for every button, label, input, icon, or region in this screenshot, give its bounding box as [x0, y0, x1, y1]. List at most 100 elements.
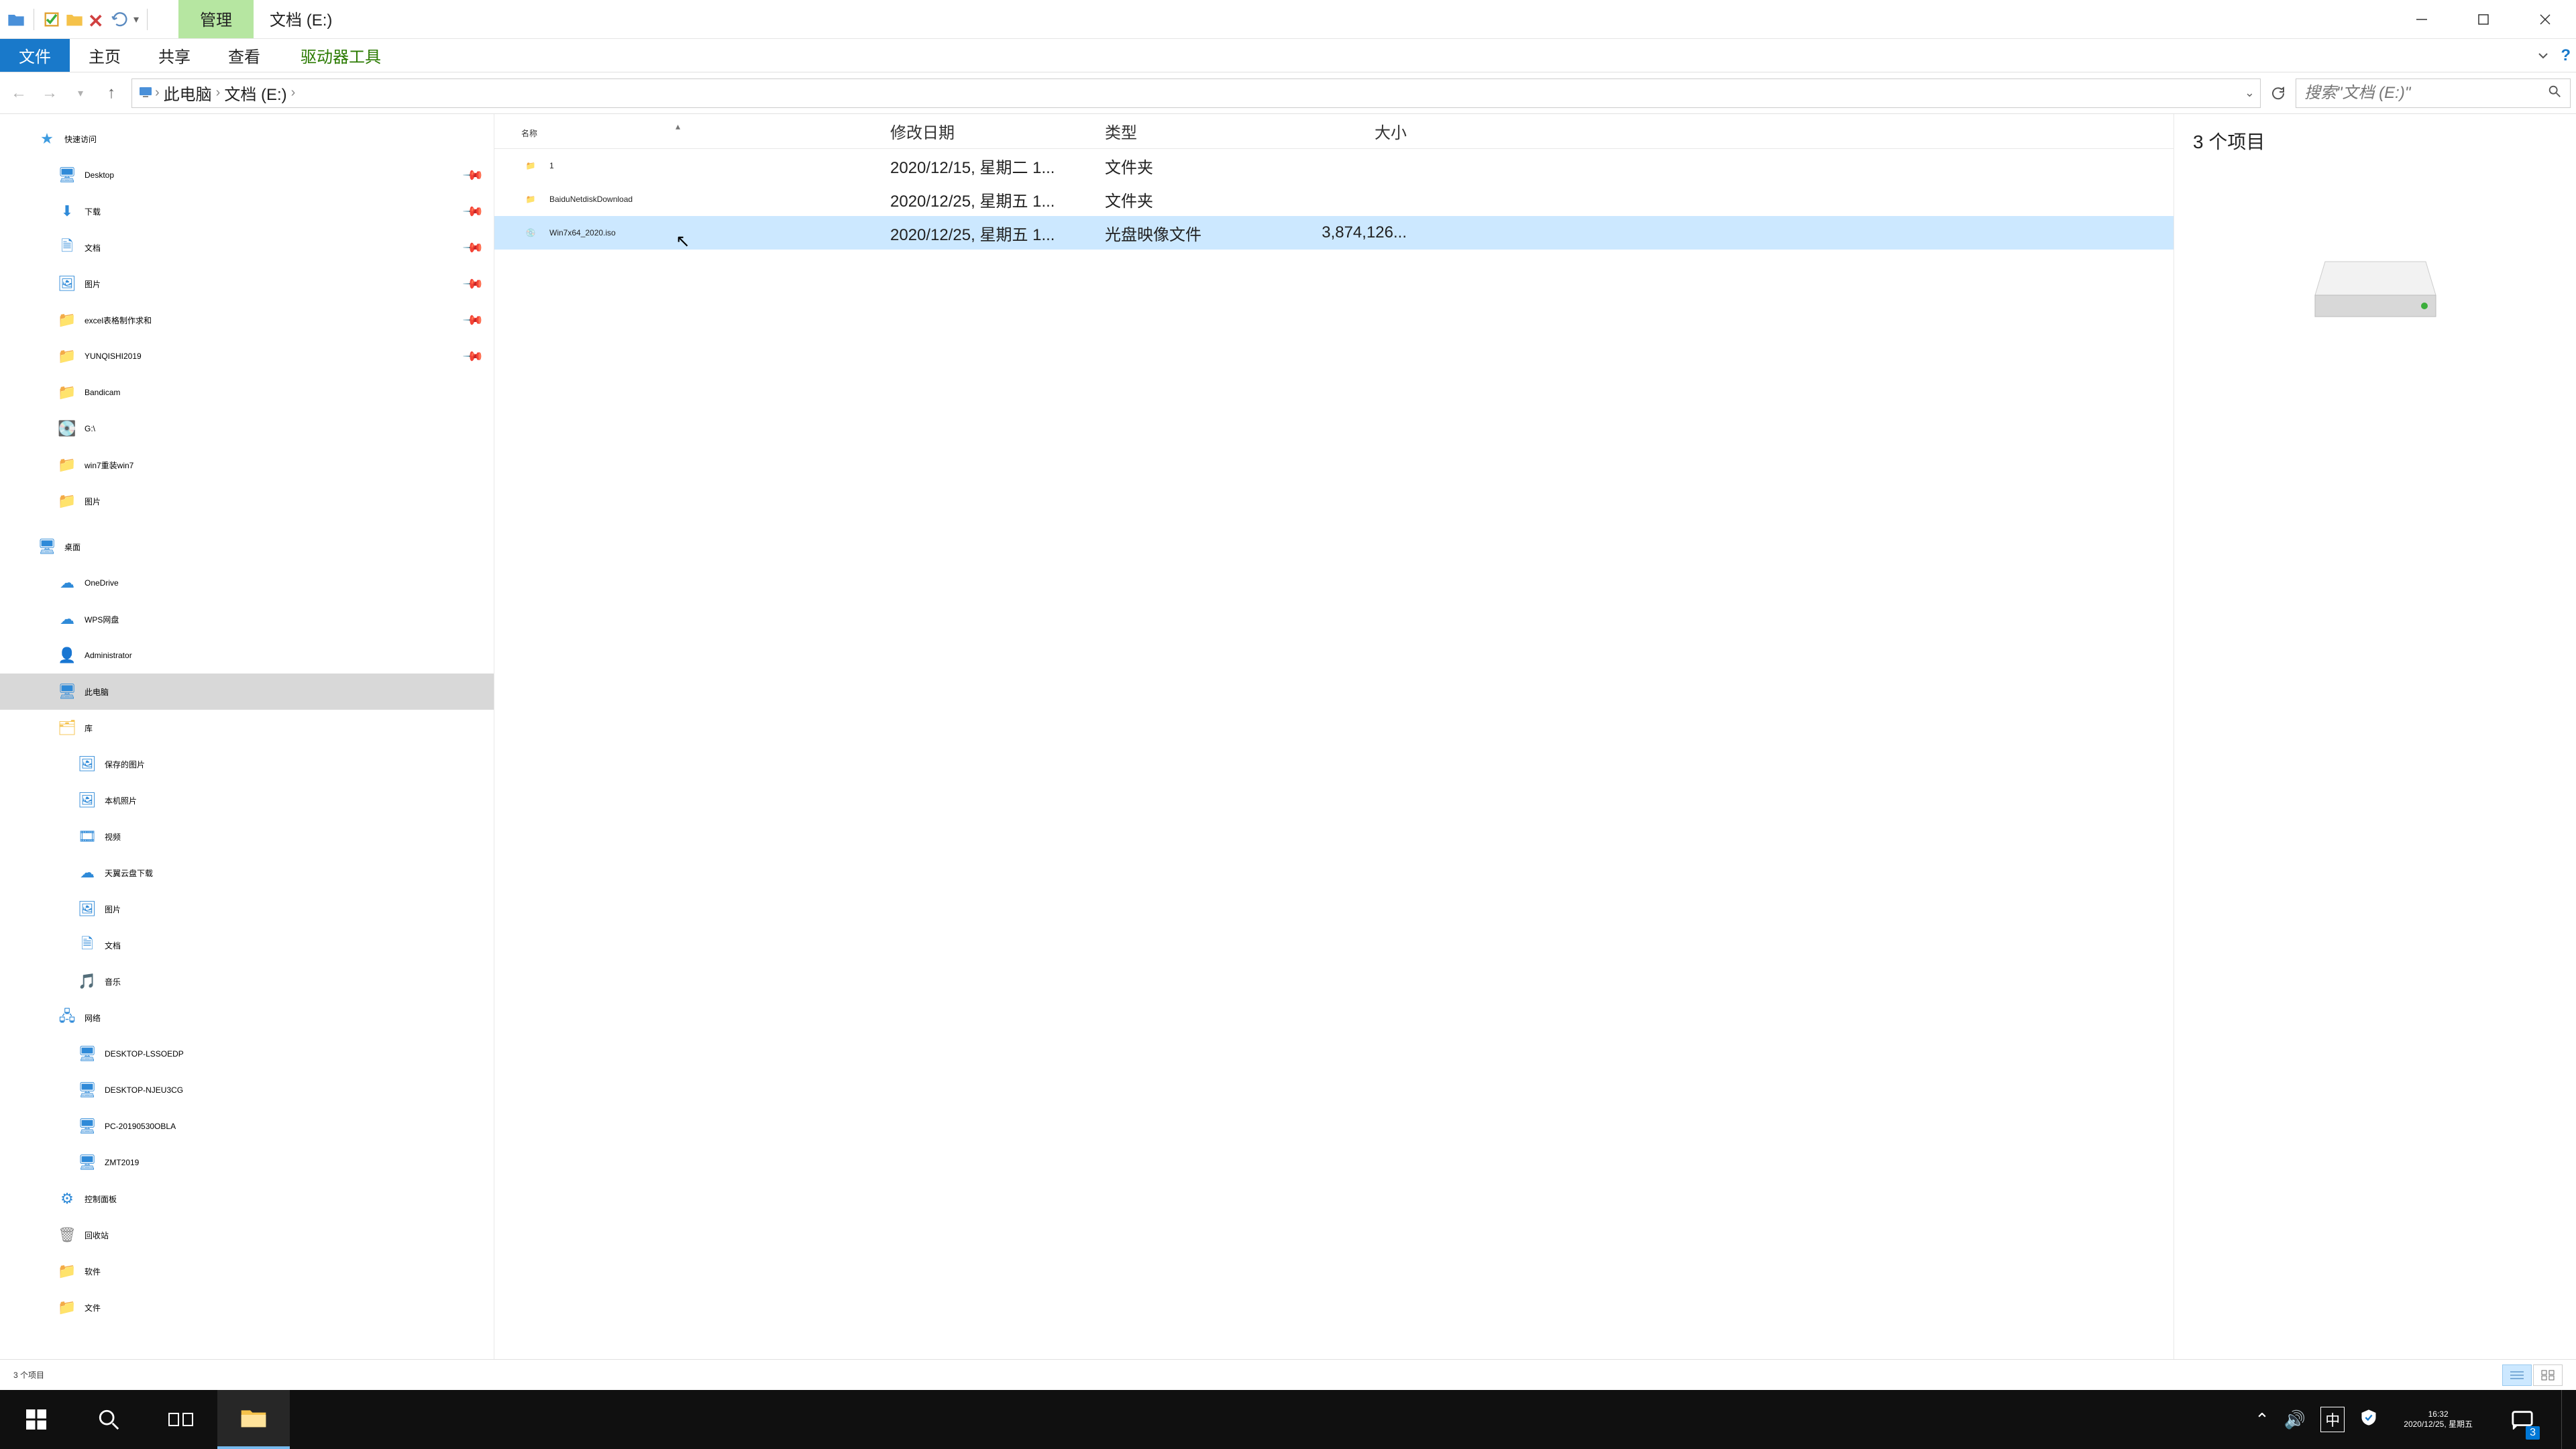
qat-dropdown-icon[interactable]: ▾ [133, 13, 139, 26]
tray-overflow-icon[interactable]: ⌃ [2255, 1409, 2269, 1430]
undo-icon[interactable] [111, 10, 129, 29]
col-type[interactable]: 类型 [1105, 119, 1286, 143]
nav-folder-software[interactable]: 📁软件 [0, 1253, 494, 1289]
show-desktop-button[interactable] [2561, 1390, 2569, 1449]
nav-tianyicloud[interactable]: ☁天翼云盘下载 [0, 855, 494, 891]
pictures-icon: 🖼 [78, 755, 97, 773]
expand-ribbon-icon[interactable] [2535, 48, 2551, 64]
nav-libraries[interactable]: 🗂库 [0, 710, 494, 746]
network-icon: 🖧 [58, 1008, 76, 1027]
file-row[interactable]: 📁BaiduNetdiskDownload 2020/12/25, 星期五 1.… [494, 182, 2174, 216]
nav-wps[interactable]: ☁WPS网盘 [0, 601, 494, 637]
file-name: BaiduNetdiskDownload [549, 195, 633, 204]
nav-folder-pictures2[interactable]: 📁图片 [0, 483, 494, 519]
nav-label: 此电脑 [85, 686, 109, 698]
tab-share[interactable]: 共享 [140, 39, 209, 72]
details-view-button[interactable] [2502, 1364, 2532, 1386]
window-title: 文档 (E:) [254, 0, 348, 38]
control-panel-icon: ⚙ [58, 1189, 76, 1208]
nav-desktop-root[interactable]: 🖥桌面 [0, 529, 494, 565]
cloud-icon: ☁ [78, 863, 97, 882]
nav-documents-lib[interactable]: 🗎文档 [0, 927, 494, 963]
nav-onedrive[interactable]: ☁OneDrive [0, 565, 494, 601]
file-row[interactable]: 💿Win7x64_2020.iso 2020/12/25, 星期五 1... 光… [494, 216, 2174, 250]
tab-home[interactable]: 主页 [70, 39, 140, 72]
tab-file[interactable]: 文件 [0, 39, 70, 72]
pin-icon: 📌 [462, 344, 485, 368]
nav-netpc-3[interactable]: 🖥PC-20190530OBLA [0, 1108, 494, 1144]
nav-pictures-lib[interactable]: 🖼图片 [0, 891, 494, 927]
pin-icon: 📌 [462, 272, 485, 295]
search-button[interactable] [72, 1390, 145, 1449]
nav-netpc-1[interactable]: 🖥DESKTOP-LSSOEDP [0, 1036, 494, 1072]
nav-quick-access[interactable]: ★ 快速访问 [0, 121, 494, 157]
forward-button[interactable]: → [36, 80, 63, 107]
clock[interactable]: 16:32 2020/12/25, 星期五 [2393, 1409, 2483, 1430]
nav-label: 库 [85, 722, 93, 734]
maximize-button[interactable] [2453, 0, 2514, 39]
quick-access-toolbar: ✕ ▾ [0, 0, 152, 38]
col-date[interactable]: 修改日期 [890, 119, 1105, 143]
nav-documents[interactable]: 🗎文档📌 [0, 229, 494, 266]
nav-folder-bandicam[interactable]: 📁Bandicam [0, 374, 494, 411]
nav-camera-roll[interactable]: 🖼本机照片 [0, 782, 494, 818]
start-button[interactable] [0, 1390, 72, 1449]
properties-icon[interactable] [42, 10, 61, 29]
nav-netpc-4[interactable]: 🖥ZMT2019 [0, 1144, 494, 1181]
nav-label: 文档 [105, 940, 121, 951]
crumb-drive[interactable]: 文档 (E:) [221, 81, 289, 105]
refresh-button[interactable] [2265, 80, 2292, 107]
close-button[interactable] [2514, 0, 2576, 39]
ribbon-right: ? [2535, 39, 2571, 72]
icons-view-button[interactable] [2533, 1364, 2563, 1386]
nav-downloads[interactable]: ⬇下载📌 [0, 193, 494, 229]
breadcrumb[interactable]: › 此电脑 › 文档 (E:) › ⌄ [131, 78, 2261, 108]
nav-label: YUNQISHI2019 [85, 352, 142, 361]
recent-dropdown[interactable]: ▾ [67, 80, 94, 107]
crumb-this-pc[interactable]: 此电脑 [161, 81, 215, 105]
delete-icon[interactable]: ✕ [88, 10, 107, 29]
ime-indicator[interactable]: 中 [2320, 1407, 2345, 1432]
search-input[interactable] [2304, 84, 2547, 103]
nav-videos[interactable]: 🎞 视频 [0, 818, 494, 855]
nav-recycle-bin[interactable]: 🗑回收站 [0, 1217, 494, 1253]
col-name[interactable]: 名称▴ [521, 122, 890, 141]
nav-network[interactable]: 🖧网络 [0, 1000, 494, 1036]
chevron-right-icon[interactable]: › [290, 85, 297, 101]
drive-icon: 💽 [58, 419, 76, 438]
minimize-button[interactable] [2391, 0, 2453, 39]
security-icon[interactable] [2359, 1408, 2378, 1432]
file-row[interactable]: 📁1 2020/12/15, 星期二 1... 文件夹 [494, 149, 2174, 182]
chevron-right-icon[interactable]: › [215, 85, 222, 101]
task-view-button[interactable] [145, 1390, 217, 1449]
help-icon[interactable]: ? [2561, 46, 2571, 65]
tab-drive-tools[interactable]: 驱动器工具 [282, 39, 400, 72]
nav-drive-g[interactable]: 💽G:\ [0, 411, 494, 447]
search-icon[interactable] [2547, 84, 2562, 103]
explorer-taskbar-button[interactable] [217, 1390, 290, 1449]
nav-folder-yunqishi[interactable]: 📁YUNQISHI2019📌 [0, 338, 494, 374]
video-icon: 🎞 [78, 827, 97, 846]
nav-this-pc[interactable]: 🖥此电脑 [0, 674, 494, 710]
col-size[interactable]: 大小 [1286, 119, 1407, 143]
nav-netpc-2[interactable]: 🖥DESKTOP-NJEU3CG [0, 1072, 494, 1108]
volume-icon[interactable]: 🔊 [2284, 1409, 2306, 1430]
nav-desktop[interactable]: 🖥Desktop📌 [0, 157, 494, 193]
nav-saved-pictures[interactable]: 🖼保存的图片 [0, 746, 494, 782]
nav-label: 视频 [105, 831, 121, 843]
nav-user[interactable]: 👤Administrator [0, 637, 494, 674]
new-folder-icon[interactable] [65, 10, 84, 29]
address-dropdown-icon[interactable]: ⌄ [2245, 86, 2255, 100]
nav-pictures[interactable]: 🖼图片📌 [0, 266, 494, 302]
up-button[interactable]: ↑ [98, 80, 125, 107]
nav-folder-excel[interactable]: 📁excel表格制作求和📌 [0, 302, 494, 338]
nav-music[interactable]: 🎵音乐 [0, 963, 494, 1000]
action-center-button[interactable]: 3 [2498, 1390, 2546, 1449]
search-box[interactable] [2296, 78, 2571, 108]
nav-control-panel[interactable]: ⚙控制面板 [0, 1181, 494, 1217]
back-button[interactable]: ← [5, 80, 32, 107]
nav-folder-files[interactable]: 📁文件 [0, 1289, 494, 1326]
tab-view[interactable]: 查看 [209, 39, 279, 72]
nav-folder-win7[interactable]: 📁win7重装win7 [0, 447, 494, 483]
chevron-right-icon[interactable]: › [154, 85, 161, 101]
